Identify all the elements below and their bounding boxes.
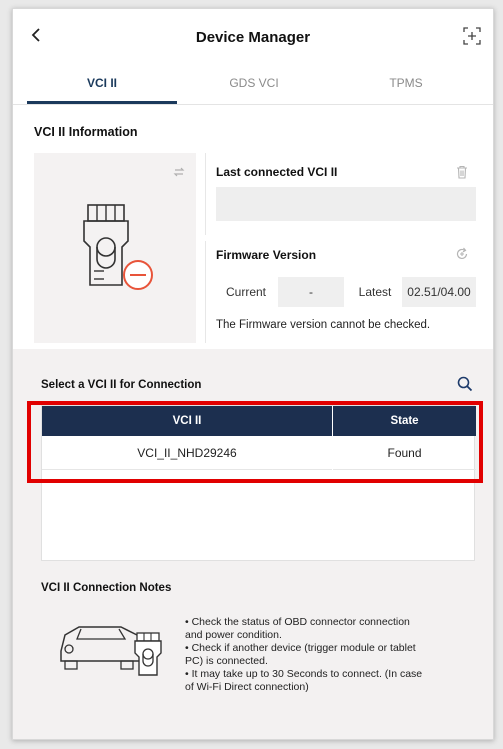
latest-value: 02.51/04.00 xyxy=(402,277,476,307)
tab-gds-vci[interactable]: GDS VCI xyxy=(179,63,329,104)
search-icon[interactable] xyxy=(457,376,473,392)
info-section-title: VCI II Information xyxy=(34,125,138,139)
vci-device-panel xyxy=(34,153,196,343)
header: Device Manager xyxy=(13,9,493,59)
last-connected-card: Last connected VCI II xyxy=(205,153,477,235)
note-line: PC) is connected. xyxy=(185,655,268,667)
page-title: Device Manager xyxy=(195,29,311,46)
trash-icon[interactable] xyxy=(455,165,469,179)
vci-name-cell: VCI_II_NHD29246 xyxy=(42,436,332,470)
tab-bar: VCI II GDS VCI TPMS xyxy=(13,63,493,105)
latest-label: Latest xyxy=(358,285,392,299)
firmware-message: The Firmware version cannot be checked. xyxy=(216,319,431,331)
expand-icon xyxy=(463,27,481,45)
firmware-card: Firmware Version Current - Latest 02.51/… xyxy=(205,241,477,343)
current-value: - xyxy=(278,277,344,307)
note-line: • Check if another device (trigger modul… xyxy=(185,642,416,654)
tab-tpms[interactable]: TPMS xyxy=(331,63,481,104)
notes-section-title: VCI II Connection Notes xyxy=(41,582,172,594)
select-vci-panel: Select a VCI II for Connection VCI II St… xyxy=(13,349,493,739)
expand-button[interactable] xyxy=(463,27,481,45)
vci-state-cell: Found xyxy=(333,436,476,470)
column-header-state: State xyxy=(333,406,476,436)
tab-vci-ii[interactable]: VCI II xyxy=(27,63,177,104)
note-line: and power condition. xyxy=(185,629,282,641)
select-section-title: Select a VCI II for Connection xyxy=(41,379,202,391)
note-line: • Check the status of OBD connector conn… xyxy=(185,616,410,628)
car-obd-icon xyxy=(60,626,162,676)
last-connected-label: Last connected VCI II xyxy=(216,165,338,179)
table-row[interactable]: VCI_II_NHD29246 Found xyxy=(42,436,476,470)
last-connected-value xyxy=(216,187,476,221)
note-line: of Wi-Fi Direct connection) xyxy=(185,681,309,693)
vci-table: VCI II State VCI_II_NHD29246 Found xyxy=(41,405,476,561)
vci-disconnected-icon xyxy=(83,204,153,290)
column-header-vci: VCI II xyxy=(42,406,332,436)
note-line: • It may take up to 30 Seconds to connec… xyxy=(185,668,423,680)
current-label: Current xyxy=(225,285,266,299)
firmware-label: Firmware Version xyxy=(216,248,317,262)
swap-icon[interactable] xyxy=(172,165,186,179)
update-icon[interactable] xyxy=(455,247,469,261)
device-manager-screen: Device Manager VCI II GDS VCI TPMS VCI I… xyxy=(12,8,494,740)
